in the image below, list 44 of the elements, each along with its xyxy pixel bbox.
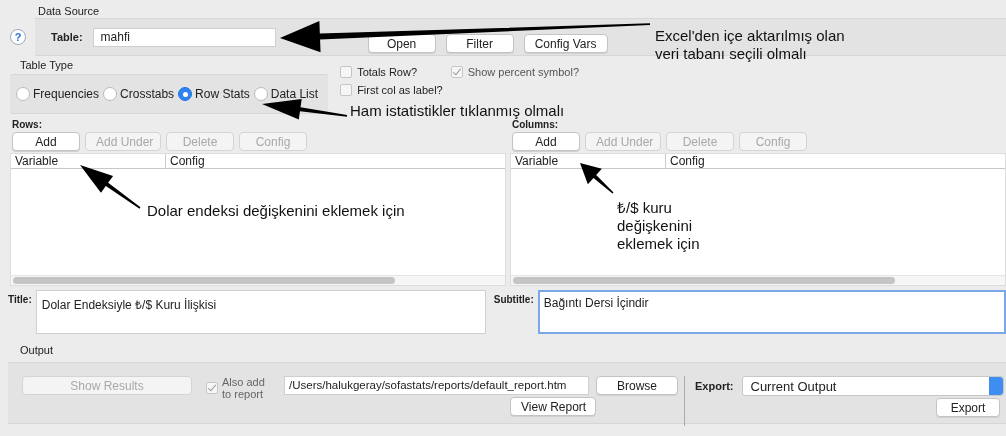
checkbox-option[interactable]: Totals Row? [340,64,443,80]
table-field[interactable]: mahfi [92,27,276,47]
annotation-arrow [580,163,614,194]
radio-option[interactable]: Row Stats [178,87,250,101]
title-field[interactable]: Dolar Endeksiyle ₺/$ Kuru İlişkisi [35,290,486,334]
radio-button[interactable] [178,87,193,101]
section-label: Rows: [12,119,43,131]
checkbox[interactable] [340,66,353,78]
checkbox[interactable] [340,84,353,96]
group-label: Data Source [38,4,101,18]
report-path-field[interactable]: /Users/halukgeray/sofastats/reports/default_report.htm [284,376,589,395]
column-header[interactable]: Config [666,154,705,168]
checkbox-option[interactable]: First col as label? [340,82,443,98]
radio-option[interactable]: Crosstabs [103,87,175,101]
field-label: Title: [8,293,32,305]
subtitle-field[interactable]: Bağıntı Dersi İçindir [537,290,1006,334]
radio-button[interactable] [16,87,30,101]
radio-option[interactable]: Frequencies [16,87,100,101]
horizontal-scrollbar[interactable] [511,275,1005,285]
radio-button[interactable] [103,87,118,101]
radio-option[interactable]: Data List [253,87,319,101]
browse-button[interactable]: Browse [596,376,678,395]
toolbar-button[interactable]: Add [512,132,580,151]
annotation-text: Dolar endeksi değişkenini eklemek için [147,202,405,220]
annotation-text: ₺/$ kuru değişkenini eklemek için [617,199,700,253]
field-label: Table: [51,31,83,43]
help-button[interactable]: ? [10,29,26,45]
horizontal-scrollbar[interactable] [11,275,505,285]
radio-button[interactable] [253,87,268,101]
group-label: Table Type [20,58,74,72]
export-button[interactable]: Export [936,398,1000,417]
annotation-text: Excel'den içe aktarılmış olan veri tabanı seçili olmalı [655,27,845,63]
export-dropdown[interactable]: Current Output [741,376,1004,396]
data-source-button[interactable]: Filter [445,34,514,53]
group-label: Output [20,344,55,358]
view-report-button[interactable]: View Report [510,397,596,416]
annotation-arrow [80,165,141,209]
toolbar-button[interactable]: Add [12,132,80,151]
annotation-text: Ham istatistikler tıklanmış olmalı [350,102,565,120]
field-label: Export: [695,380,734,392]
column-header[interactable]: Config [166,154,205,168]
field-label: Subtitle: [493,293,534,305]
section-label: Columns: [512,119,560,131]
data-source-button[interactable]: Config Vars [523,34,608,53]
